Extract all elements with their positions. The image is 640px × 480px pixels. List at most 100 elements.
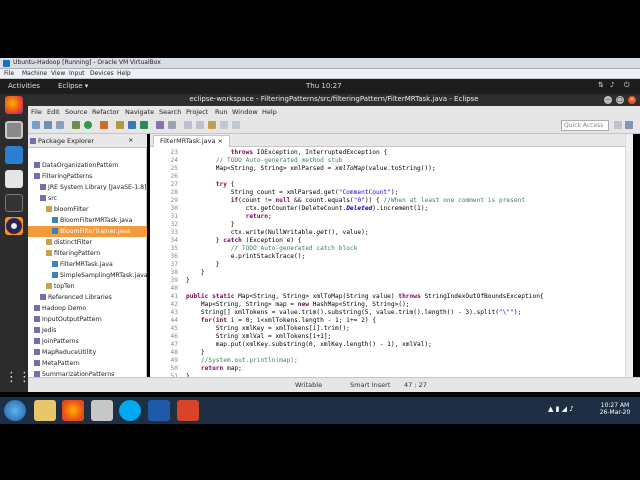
new-class-icon[interactable] — [140, 121, 148, 129]
menu-project[interactable]: Project — [186, 108, 208, 116]
menu-run[interactable]: Run — [215, 108, 227, 116]
code-line[interactable]: 39} — [150, 277, 625, 285]
virtualbox-taskbar-icon[interactable] — [148, 400, 170, 421]
code-line[interactable]: 35 // TODO Auto-generated catch block — [150, 245, 625, 253]
code-line[interactable]: 28 String count = xmlParsed.get("Comment… — [150, 189, 625, 197]
code-line[interactable]: 25 Map<String, String> xmlParsed = xmlTo… — [150, 165, 625, 173]
tree-item[interactable]: distinctFilter — [28, 237, 147, 248]
firefox-taskbar-icon[interactable] — [62, 400, 84, 421]
code-line[interactable]: 49 //System.out.println(map); — [150, 357, 625, 365]
tree-item[interactable]: Referenced Libraries — [28, 292, 147, 303]
tree-item[interactable]: src — [28, 193, 147, 204]
vbox-menu-input[interactable]: Input — [69, 70, 85, 77]
code-line[interactable]: 47 map.put(xmlKey.substring(0, xmlKey.le… — [150, 341, 625, 349]
tree-item[interactable]: JRE System Library [JavaSE-1.8] — [28, 182, 147, 193]
code-line[interactable]: 44 for(int i = 0; i<xmlTokens.length - 1… — [150, 317, 625, 325]
network-icon[interactable]: ⇅ — [598, 81, 604, 89]
close-icon[interactable]: × — [128, 136, 133, 144]
menu-search[interactable]: Search — [159, 108, 181, 116]
windows-start-icon[interactable] — [4, 400, 26, 421]
code-line[interactable]: 30 ctx.getCounter(DeleteCount.Deleted).i… — [150, 205, 625, 213]
tree-item[interactable]: JoinPatterns — [28, 336, 147, 347]
code-line[interactable]: 50 return map; — [150, 365, 625, 373]
forward-icon[interactable] — [232, 121, 240, 129]
search-icon[interactable] — [168, 121, 176, 129]
menu-refactor[interactable]: Refactor — [92, 108, 119, 116]
code-line[interactable]: 40 — [150, 285, 625, 293]
vbox-menu-help[interactable]: Help — [117, 70, 131, 77]
new-icon[interactable] — [32, 121, 40, 129]
power-icon[interactable]: ⏻ — [624, 81, 630, 90]
tree-item[interactable]: SimpleSamplingMRTask.java — [28, 270, 147, 281]
editor-tab-filtermrtask[interactable]: FilterMRTask.java × — [153, 135, 230, 147]
vbox-menu-devices[interactable]: Devices — [90, 70, 114, 77]
code-line[interactable]: 42 Map<String, String> map = new HashMap… — [150, 301, 625, 309]
tree-item[interactable]: topTen — [28, 281, 147, 292]
tree-item[interactable]: MapReduceUtility — [28, 347, 147, 358]
menu-window[interactable]: Window — [232, 108, 258, 116]
vbox-menu-machine[interactable]: Machine — [22, 70, 47, 77]
tree-item[interactable]: filteringPattern — [28, 248, 147, 259]
code-line[interactable]: 34 } catch (Exception e) { — [150, 237, 625, 245]
code-line[interactable]: 41 public static Map<String, String> xmlT… — [150, 293, 625, 301]
code-line[interactable]: 24 // TODO Auto-generated method stub — [150, 157, 625, 165]
java-perspective-icon[interactable] — [625, 121, 633, 129]
eclipse-icon[interactable] — [5, 217, 23, 235]
editor-text-area[interactable]: 23 throws IOException, InterruptedExcept… — [150, 147, 625, 377]
screen-recorder-taskbar-icon[interactable] — [177, 400, 199, 421]
app-taskbar-icon[interactable] — [91, 400, 113, 421]
tray-icons[interactable]: ▲ ▮ ◢ ♪ — [548, 405, 574, 413]
code-line[interactable]: 32 } — [150, 221, 625, 229]
code-line[interactable]: 38 } — [150, 269, 625, 277]
next-annotation-icon[interactable] — [184, 121, 192, 129]
code-line[interactable]: 46 String xmlVal = xmlTokens[i+1]; — [150, 333, 625, 341]
code-line[interactable]: 27 try { — [150, 181, 625, 189]
tree-item[interactable]: FilteringPatterns — [28, 171, 147, 182]
tree-item[interactable]: Jedis — [28, 325, 147, 336]
terminal-icon[interactable] — [5, 194, 23, 212]
save-icon[interactable] — [44, 121, 52, 129]
code-line[interactable]: 48 } — [150, 349, 625, 357]
tree-item[interactable]: InputOutputPattern — [28, 314, 147, 325]
close-icon[interactable]: × — [628, 96, 636, 104]
code-line[interactable]: 31 return; — [150, 213, 625, 221]
menu-navigate[interactable]: Navigate — [125, 108, 154, 116]
activities-button[interactable]: Activities — [8, 82, 40, 90]
tree-item[interactable]: bloomFilter — [28, 204, 147, 215]
new-package-icon[interactable] — [128, 121, 136, 129]
code-line[interactable]: 36 e.printStackTrace(); — [150, 253, 625, 261]
prev-annotation-icon[interactable] — [196, 121, 204, 129]
tree-item[interactable]: BloomFilterMRTask.java — [28, 215, 147, 226]
menu-help[interactable]: Help — [262, 108, 277, 116]
ubuntu-clock[interactable]: Thu 10:27 — [306, 82, 342, 90]
package-explorer-tab[interactable]: Package Explorer × — [28, 134, 147, 148]
code-line[interactable]: 23 throws IOException, InterruptedExcept… — [150, 149, 625, 157]
code-line[interactable]: 26 — [150, 173, 625, 181]
menu-edit[interactable]: Edit — [47, 108, 60, 116]
volume-icon[interactable]: ♪ — [610, 81, 614, 89]
quick-access-input[interactable]: Quick Access — [561, 120, 609, 131]
code-line[interactable]: 37 } — [150, 261, 625, 269]
last-edit-icon[interactable] — [208, 121, 216, 129]
tree-item[interactable]: MetaPattern — [28, 358, 147, 369]
menu-source[interactable]: Source — [65, 108, 87, 116]
new-java-project-icon[interactable] — [116, 121, 124, 129]
save-all-icon[interactable] — [56, 121, 64, 129]
tree-item[interactable]: DataOrganizationPattern — [28, 160, 147, 171]
code-line[interactable]: 43 String[] xmlTokens = value.trim().sub… — [150, 309, 625, 317]
perspective-icon[interactable] — [614, 121, 622, 129]
writer-icon[interactable] — [5, 146, 23, 164]
windows-clock[interactable]: 10:27 AM 26-Mar-20 — [598, 402, 632, 416]
minimize-icon[interactable]: – — [604, 96, 612, 104]
run-icon[interactable] — [84, 121, 92, 129]
explorer-taskbar-icon[interactable] — [34, 400, 56, 421]
files-icon[interactable] — [5, 121, 23, 139]
firefox-icon[interactable] — [5, 96, 23, 114]
vbox-menu-view[interactable]: View — [51, 70, 65, 77]
code-line[interactable]: 33 ctx.write(NullWritable.get(), value); — [150, 229, 625, 237]
tree-item[interactable]: BloomFilterTrainer.java — [28, 226, 147, 237]
menu-file[interactable]: File — [31, 108, 42, 116]
external-tools-icon[interactable] — [100, 121, 108, 129]
back-icon[interactable] — [220, 121, 228, 129]
show-apps-icon[interactable]: ⋮⋮ — [5, 369, 31, 387]
